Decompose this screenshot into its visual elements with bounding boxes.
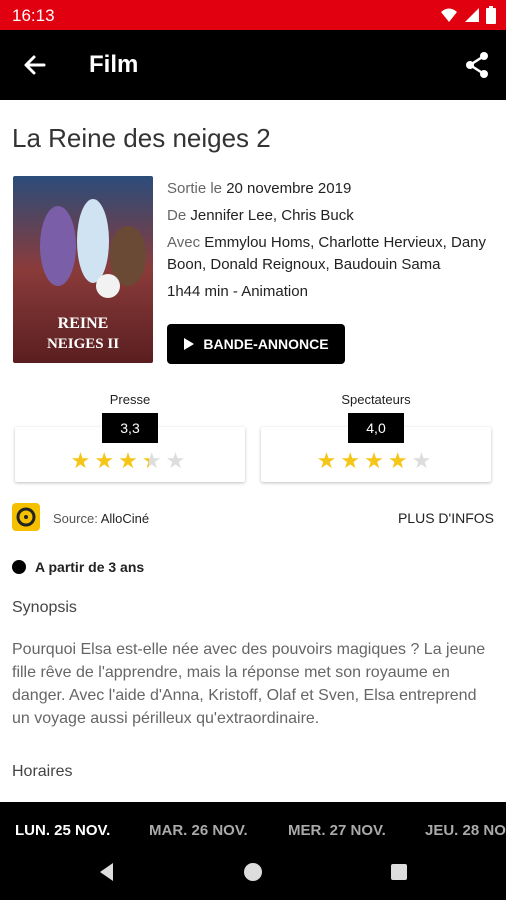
app-bar: Film [0, 30, 506, 100]
star-icon: ★ [364, 448, 388, 473]
cast-row: Avec Emmylou Homs, Charlotte Hervieux, D… [167, 234, 487, 273]
age-dot-icon [12, 560, 26, 574]
star-icon: ★ [165, 448, 190, 473]
system-nav-bar [0, 844, 506, 900]
age-text: A partir de 3 ans [35, 559, 145, 575]
date-tab[interactable]: JEU. 28 NOV. [425, 822, 506, 839]
trailer-button[interactable]: BANDE-ANNONCE [167, 324, 345, 364]
nav-home-icon[interactable] [241, 860, 265, 884]
battery-icon [486, 6, 496, 24]
press-rating: Presse 3,3 ★★★★★ [15, 392, 245, 482]
date-tab[interactable]: LUN. 25 NOV. [15, 822, 110, 839]
audience-rating: Spectateurs 4,0 ★★★★★ [261, 392, 491, 482]
movie-info: Sortie le 20 novembre 2019 De Jennifer L… [167, 178, 497, 308]
movie-poster[interactable]: REINE NEIGES II [13, 176, 153, 363]
status-bar: 16:13 [0, 0, 506, 30]
press-rating-label: Presse [109, 392, 151, 407]
allocine-logo [12, 503, 40, 531]
release-row: Sortie le 20 novembre 2019 [167, 180, 352, 197]
movie-title: La Reine des neiges 2 [12, 123, 271, 153]
star-icon: ★ [340, 448, 365, 473]
back-arrow-icon[interactable] [20, 50, 50, 80]
svg-text:NEIGES II: NEIGES II [47, 336, 119, 352]
trailer-label: BANDE-ANNONCE [203, 336, 329, 352]
showtimes-heading: Horaires [12, 763, 73, 780]
audience-stars: ★★★★★ [261, 448, 491, 474]
press-score: 3,3 [102, 413, 158, 443]
press-stars: ★★★★★ [15, 448, 245, 474]
date-tab[interactable]: MAR. 26 NOV. [149, 822, 248, 839]
star-icon: ★ [118, 448, 142, 473]
synopsis-text: Pourquoi Elsa est-elle née avec des pouv… [12, 641, 486, 727]
page-title: Film [89, 51, 139, 78]
duration-genre: 1h44 min - Animation [167, 283, 308, 300]
star-icon: ★ [70, 448, 95, 473]
status-time: 16:13 [12, 6, 55, 25]
source-row: Source: AlloCiné PLUS D'INFOS [12, 503, 496, 533]
star-icon: ★ [387, 448, 412, 473]
audience-score: 4,0 [348, 413, 404, 443]
nav-recents-icon[interactable] [387, 860, 411, 884]
star-icon: ★ [316, 448, 341, 473]
poster-image: REINE NEIGES II [13, 176, 153, 363]
play-icon [184, 338, 195, 350]
signal-icon [465, 8, 479, 22]
star-icon: ★ [141, 448, 166, 473]
director-row: De Jennifer Lee, Chris Buck [167, 207, 354, 224]
star-icon: ★ [94, 448, 119, 473]
star-icon: ★ [411, 448, 436, 473]
status-icons [440, 6, 496, 24]
wifi-icon [441, 8, 457, 22]
source-text: Source: AlloCiné [53, 511, 150, 526]
synopsis-heading: Synopsis [12, 599, 77, 616]
share-icon[interactable] [462, 50, 492, 80]
nav-back-icon[interactable] [95, 860, 119, 884]
audience-rating-label: Spectateurs [341, 392, 411, 407]
more-info-link[interactable]: PLUS D'INFOS [398, 510, 494, 526]
date-tab[interactable]: MER. 27 NOV. [288, 822, 386, 839]
svg-text:REINE: REINE [58, 315, 109, 332]
age-rating: A partir de 3 ans [12, 559, 144, 575]
